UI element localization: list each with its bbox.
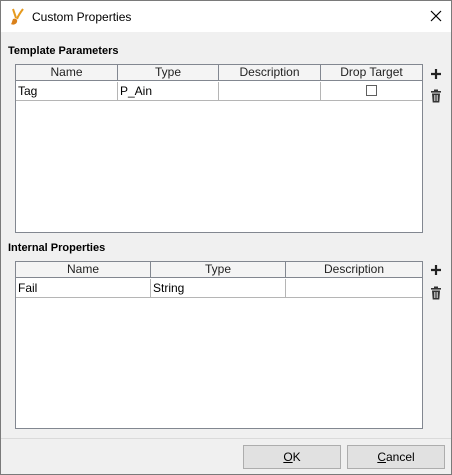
drop-target-checkbox[interactable]: [366, 85, 377, 96]
dialog-footer: OK Cancel: [1, 438, 451, 474]
cell-description[interactable]: [286, 279, 422, 297]
cell-type[interactable]: String: [151, 279, 286, 297]
trash-icon[interactable]: [429, 89, 443, 103]
title-bar: Custom Properties: [1, 1, 451, 32]
table-header: Name Type Description Drop Target: [16, 65, 422, 81]
internal-properties-table[interactable]: Name Type Description Fail String: [15, 261, 423, 429]
table-header: Name Type Description: [16, 262, 422, 278]
cancel-label-rest: ancel: [385, 450, 415, 464]
cancel-mnemonic: C: [377, 450, 386, 464]
internal-properties-label: Internal Properties: [8, 242, 106, 254]
trash-icon[interactable]: [429, 286, 443, 300]
column-header-description[interactable]: Description: [286, 262, 422, 278]
column-header-name[interactable]: Name: [16, 262, 151, 278]
column-header-type[interactable]: Type: [118, 65, 219, 81]
column-header-drop-target[interactable]: Drop Target: [321, 65, 422, 81]
close-icon[interactable]: [423, 4, 449, 29]
cell-type[interactable]: P_Ain: [118, 82, 219, 100]
template-parameters-table[interactable]: Name Type Description Drop Target Tag P_…: [15, 64, 423, 233]
cell-description[interactable]: [219, 82, 321, 100]
column-header-type[interactable]: Type: [151, 262, 286, 278]
plus-icon[interactable]: [429, 263, 443, 277]
ok-mnemonic: O: [283, 450, 293, 464]
cell-name[interactable]: Fail: [16, 279, 151, 297]
cell-name[interactable]: Tag: [16, 82, 118, 100]
ok-label-rest: K: [292, 450, 301, 464]
column-header-description[interactable]: Description: [219, 65, 321, 81]
custom-properties-dialog: Custom Properties Template Parameters Na…: [0, 0, 452, 475]
table-row[interactable]: Fail String: [16, 279, 422, 298]
cancel-button[interactable]: Cancel: [347, 445, 445, 469]
plus-icon[interactable]: [429, 67, 443, 81]
ok-button[interactable]: OK: [243, 445, 341, 469]
window-title: Custom Properties: [32, 10, 132, 24]
cell-drop-target: [321, 82, 422, 100]
brush-icon: [11, 8, 24, 25]
column-header-name[interactable]: Name: [16, 65, 118, 81]
table-row[interactable]: Tag P_Ain: [16, 82, 422, 101]
template-parameters-label: Template Parameters: [8, 45, 119, 57]
